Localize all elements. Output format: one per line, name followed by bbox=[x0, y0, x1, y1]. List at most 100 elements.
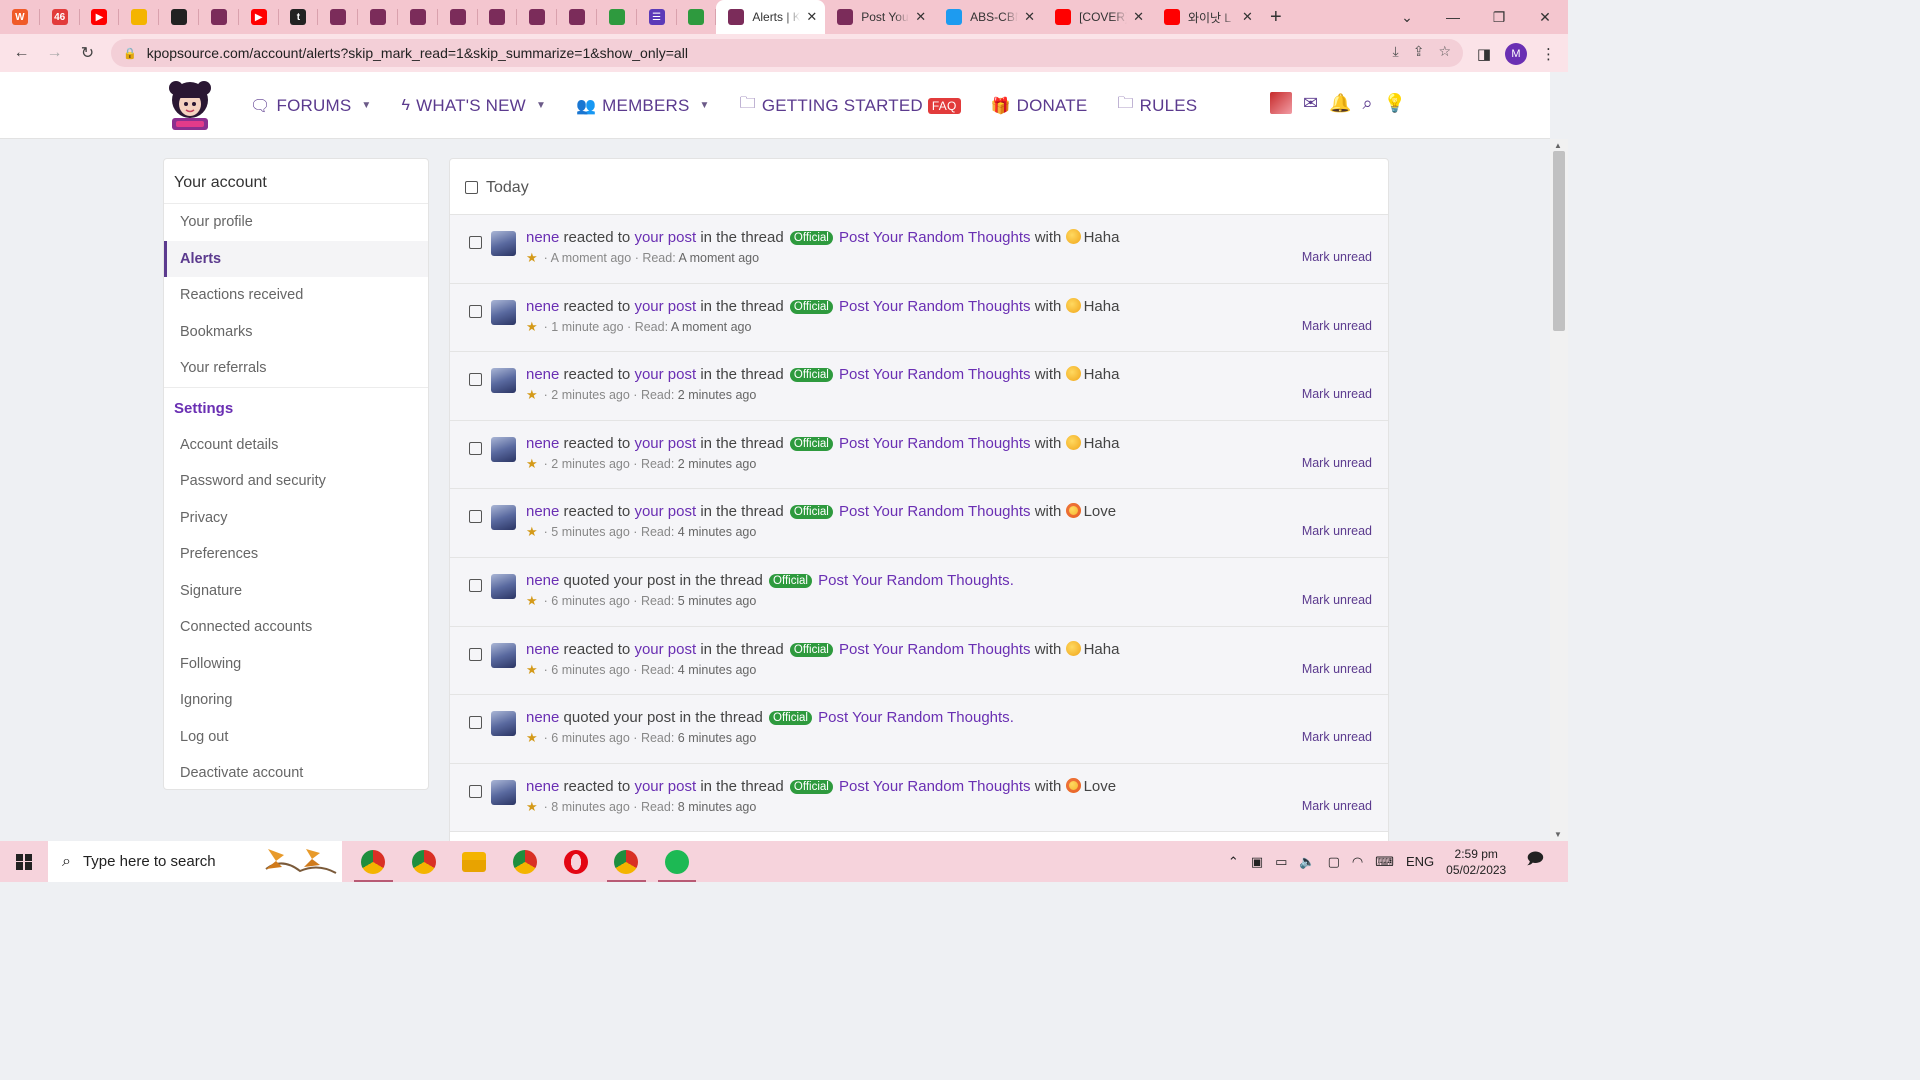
settings-item[interactable]: Privacy bbox=[164, 500, 428, 537]
side-panel-icon[interactable]: ◨ bbox=[1477, 45, 1491, 63]
pinned-tab[interactable]: ▶ bbox=[239, 0, 279, 34]
username-link[interactable]: nene bbox=[526, 709, 559, 726]
restore-icon[interactable]: ❐ bbox=[1476, 9, 1522, 26]
close-tab-icon[interactable]: ✕ bbox=[915, 9, 926, 25]
chevron-down-icon[interactable]: ▼ bbox=[700, 100, 710, 111]
alert-checkbox[interactable] bbox=[469, 441, 482, 455]
profile-avatar[interactable]: M bbox=[1505, 43, 1527, 65]
select-all-checkbox[interactable] bbox=[465, 181, 478, 194]
tab-search-icon[interactable]: ⌄ bbox=[1384, 9, 1430, 26]
settings-item[interactable]: Account details bbox=[164, 427, 428, 464]
user-avatar[interactable] bbox=[491, 231, 516, 256]
meet-icon[interactable]: ▣ bbox=[1251, 854, 1263, 870]
pinned-tab[interactable] bbox=[358, 0, 398, 34]
alert-checkbox[interactable] bbox=[469, 647, 482, 661]
close-tab-icon[interactable]: ✕ bbox=[1024, 9, 1035, 25]
browser-tab[interactable]: [COVER] ✕ bbox=[1043, 0, 1152, 34]
chevron-down-icon[interactable]: ▼ bbox=[361, 100, 371, 111]
taskbar-app[interactable] bbox=[399, 841, 450, 882]
keyboard-icon[interactable]: ⌨ bbox=[1375, 854, 1394, 870]
forward-icon[interactable]: → bbox=[38, 34, 71, 72]
pinned-tab[interactable] bbox=[199, 0, 239, 34]
alert-checkbox[interactable] bbox=[469, 510, 482, 524]
mark-unread-link[interactable]: Mark unread bbox=[1302, 456, 1372, 470]
pinned-tab[interactable] bbox=[597, 0, 637, 34]
alert-checkbox[interactable] bbox=[469, 373, 482, 387]
pinned-tab[interactable]: t bbox=[279, 0, 319, 34]
username-link[interactable]: nene bbox=[526, 366, 559, 383]
taskbar-app[interactable] bbox=[550, 841, 601, 882]
close-window-icon[interactable]: ✕ bbox=[1522, 9, 1568, 26]
start-button[interactable] bbox=[0, 841, 48, 882]
close-tab-icon[interactable]: ✕ bbox=[806, 9, 817, 25]
thread-link[interactable]: Post Your Random Thoughts bbox=[839, 366, 1031, 383]
nav-donate[interactable]: 🎁 DONATE bbox=[991, 96, 1088, 116]
thread-link[interactable]: Post Your Random Thoughts bbox=[839, 298, 1031, 315]
mark-unread-link[interactable]: Mark unread bbox=[1302, 593, 1372, 607]
username-link[interactable]: nene bbox=[526, 572, 559, 589]
settings-item[interactable]: Ignoring bbox=[164, 682, 428, 719]
pinned-tab[interactable]: ☰ bbox=[637, 0, 677, 34]
minimize-icon[interactable]: — bbox=[1430, 9, 1476, 25]
pinned-tab[interactable]: 46 bbox=[40, 0, 80, 34]
sidebar-item[interactable]: Reactions received bbox=[164, 277, 428, 314]
pinned-tab[interactable] bbox=[159, 0, 199, 34]
thread-link[interactable]: Post Your Random Thoughts bbox=[839, 641, 1031, 658]
mark-unread-link[interactable]: Mark unread bbox=[1302, 250, 1372, 264]
sidebar-item[interactable]: Bookmarks bbox=[164, 314, 428, 351]
settings-item[interactable]: Preferences bbox=[164, 536, 428, 573]
settings-item[interactable]: Connected accounts bbox=[164, 609, 428, 646]
sidebar-item[interactable]: Your referrals bbox=[164, 350, 428, 387]
thread-link[interactable]: Post Your Random Thoughts bbox=[818, 709, 1010, 726]
settings-item[interactable]: Password and security bbox=[164, 463, 428, 500]
your-post-link[interactable]: your post bbox=[634, 778, 696, 795]
your-post-link[interactable]: your post bbox=[634, 229, 696, 246]
user-avatar[interactable] bbox=[491, 779, 516, 805]
your-post-link[interactable]: your post bbox=[634, 298, 696, 315]
user-avatar[interactable] bbox=[491, 505, 516, 531]
user-avatar[interactable] bbox=[491, 642, 516, 668]
pinned-tab[interactable] bbox=[478, 0, 518, 34]
thread-link[interactable]: Post Your Random Thoughts bbox=[839, 229, 1031, 246]
browser-tab[interactable]: ABS-CBN ✕ bbox=[934, 0, 1043, 34]
mark-unread-link[interactable]: Mark unread bbox=[1302, 387, 1372, 401]
url-bar[interactable]: 🔒 kpopsource.com/account/alerts?skip_mar… bbox=[111, 39, 1463, 67]
share-icon[interactable]: ⇪ bbox=[1413, 43, 1425, 60]
user-avatar[interactable] bbox=[1270, 92, 1292, 114]
username-link[interactable]: nene bbox=[526, 298, 559, 315]
chevron-down-icon[interactable]: ▼ bbox=[536, 100, 546, 111]
envelope-icon[interactable]: ✉ bbox=[1303, 93, 1318, 114]
nav-getting-started[interactable]: 🗀 GETTING STARTED FAQ bbox=[740, 92, 961, 119]
alert-checkbox[interactable] bbox=[469, 716, 482, 730]
nav-forums[interactable]: 🗨 FORUMS ▼ bbox=[250, 96, 372, 116]
username-link[interactable]: nene bbox=[526, 229, 559, 246]
close-tab-icon[interactable]: ✕ bbox=[1133, 9, 1144, 25]
pinned-tab[interactable] bbox=[398, 0, 438, 34]
sidebar-item[interactable]: Your profile bbox=[164, 204, 428, 241]
back-icon[interactable]: ← bbox=[5, 34, 38, 72]
display-icon[interactable]: ▢ bbox=[1328, 854, 1340, 870]
settings-item[interactable]: Log out bbox=[164, 719, 428, 756]
search-icon[interactable]: ⌕ bbox=[1363, 93, 1373, 114]
bell-icon[interactable]: 🔔 bbox=[1329, 93, 1351, 114]
reload-icon[interactable]: ↻ bbox=[71, 34, 104, 72]
pinned-tab[interactable] bbox=[557, 0, 597, 34]
username-link[interactable]: nene bbox=[526, 435, 559, 452]
nav-whats-new[interactable]: ϟ WHAT'S NEW ▼ bbox=[402, 96, 547, 116]
page-scrollbar[interactable]: ▲ ▼ bbox=[1550, 139, 1568, 841]
your-post-link[interactable]: your post bbox=[634, 435, 696, 452]
pinned-tab[interactable] bbox=[119, 0, 159, 34]
thread-link[interactable]: Post Your Random Thoughts bbox=[839, 778, 1031, 795]
pinned-tab[interactable]: W bbox=[0, 0, 40, 34]
your-post-link[interactable]: your post bbox=[634, 503, 696, 520]
user-avatar[interactable] bbox=[491, 368, 516, 394]
pinned-tab[interactable] bbox=[438, 0, 478, 34]
menu-icon[interactable]: ⋮ bbox=[1541, 45, 1556, 63]
scroll-up-icon[interactable]: ▲ bbox=[1554, 141, 1562, 150]
pinned-tab[interactable]: ▶ bbox=[80, 0, 120, 34]
user-avatar[interactable] bbox=[491, 299, 516, 325]
alert-checkbox[interactable] bbox=[469, 578, 482, 592]
pinned-tab[interactable] bbox=[318, 0, 358, 34]
browser-tab[interactable]: Post You ✕ bbox=[825, 0, 934, 34]
settings-item[interactable]: Following bbox=[164, 646, 428, 683]
